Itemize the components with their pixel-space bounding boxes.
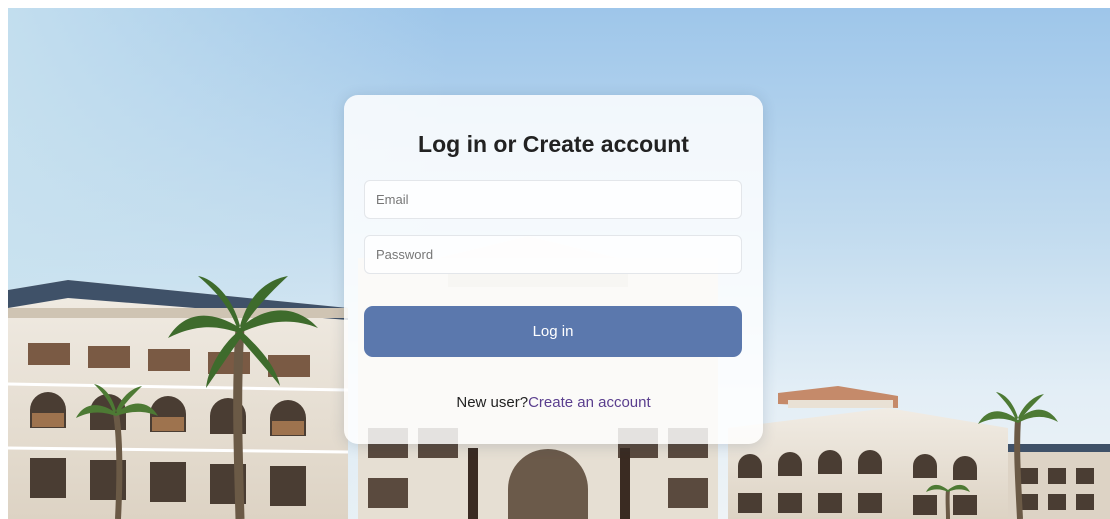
new-user-line: New user?Create an account: [364, 394, 743, 411]
login-title: Log in or Create account: [418, 131, 689, 157]
email-input[interactable]: [364, 180, 742, 219]
create-account-link[interactable]: Create an account: [528, 394, 651, 411]
login-button[interactable]: Log in: [364, 306, 742, 357]
login-card: Log in or Create account Log in New user…: [344, 95, 763, 444]
new-user-text: New user?: [456, 394, 529, 411]
password-input[interactable]: [364, 235, 742, 274]
login-page: Log in or Create account Log in New user…: [0, 0, 1110, 519]
